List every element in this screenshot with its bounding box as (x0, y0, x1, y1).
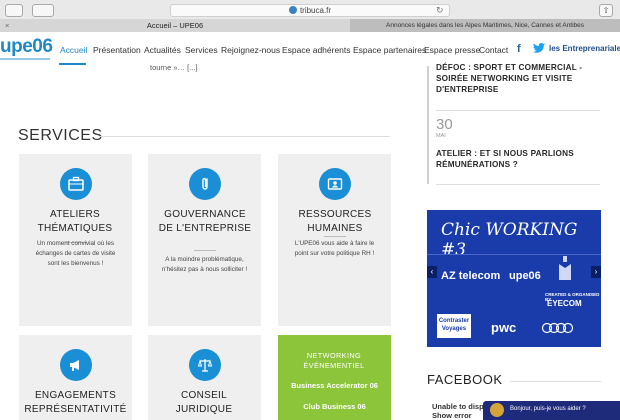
card-title: ENGAGEMENTS REPRÉSENTATIVITÉ (24, 390, 127, 415)
card-divider (193, 250, 216, 251)
card-description: A la moindre problématique, n'hésitez pa… (161, 256, 248, 273)
eyecom-logo: EYECOM (547, 299, 582, 308)
event-title-line[interactable]: ATELIER : ET SI NOUS PARLIONS (436, 148, 574, 159)
facebook-heading: FACEBOOK (427, 372, 503, 387)
url-bar[interactable]: tribuca.fr (170, 4, 450, 17)
services-heading: SERVICES (18, 127, 103, 144)
event-title-line[interactable]: RÉMUNÉRATIONS ? (436, 159, 518, 170)
globe-icon (288, 6, 297, 14)
chat-message: Bonjour, puis-je vous aider ? (510, 406, 586, 412)
card-divider (323, 236, 346, 237)
club-business-link[interactable]: Club Business 06 (278, 402, 391, 411)
event-title-line[interactable]: DÉFOC : SPORT ET COMMERCIAL - (436, 62, 582, 73)
sidebar-timeline-line (427, 66, 429, 184)
share-button[interactable]: ⇧ (599, 4, 613, 17)
nav-item-contact[interactable]: Contact (479, 45, 508, 55)
business-accelerator-link[interactable]: Business Accelerator 06 (278, 381, 391, 390)
pwc-logo: pwc (491, 320, 517, 335)
event-divider (436, 110, 600, 111)
service-card-conseil-juridique[interactable]: CONSEIL JURIDIQUE (148, 335, 261, 420)
service-card-ateliers[interactable]: ATELIERS THÉMATIQUES Un moment convivial… (19, 154, 132, 326)
nav-item-espace-partenaires[interactable]: Espace partenaires (353, 45, 426, 55)
active-nav-underline (59, 63, 86, 65)
banner-divider (427, 254, 601, 255)
nav-item-espace-presse[interactable]: Espace presse (424, 45, 480, 55)
upe06-banner-logo: upe06 (509, 270, 541, 282)
back-forward-button[interactable] (32, 4, 54, 17)
nav-item-rejoignez-nous[interactable]: Rejoignez-nous (221, 45, 280, 55)
briefcase-icon (59, 168, 92, 200)
chic-working-banner[interactable]: Chic WORKING #3 ‹ › AZ telecom upe06 CRE… (427, 210, 601, 347)
card-title: RESSOURCES HUMAINES (298, 209, 372, 234)
close-tab-icon[interactable]: × (5, 19, 9, 32)
card-description: Un moment convivial où les échanges de c… (35, 240, 116, 267)
card-description: L'UPE06 vous aide à faire le point sur v… (294, 240, 375, 257)
networking-title: NETWORKING ÉVÉNEMENTIEL (303, 351, 365, 370)
paperclip-icon (188, 168, 221, 200)
browser-tab-inactive[interactable]: Annonces légales dans les Alpes Maritime… (350, 19, 620, 32)
show-error-link[interactable]: Show error (432, 411, 472, 420)
event-date-month: MAI (436, 133, 446, 139)
entreprenariales-logo[interactable]: les Entreprenariales (549, 44, 620, 53)
nav-item-actualites[interactable]: Actualités (144, 45, 181, 55)
nav-item-accueil[interactable]: Accueil (60, 45, 87, 55)
event-title-line[interactable]: D'ENTREPRISE (436, 84, 499, 95)
audi-rings-icon (541, 322, 574, 334)
facebook-icon[interactable]: f (517, 43, 521, 55)
site-logo[interactable]: upe06 (0, 36, 53, 58)
chat-widget[interactable]: Bonjour, puis-je vous aider ? (483, 401, 620, 420)
nav-item-presentation[interactable]: Présentation (93, 45, 141, 55)
card-title: CONSEIL JURIDIQUE (175, 390, 233, 415)
chat-avatar-icon (490, 403, 504, 417)
megaphone-icon (59, 349, 92, 381)
networking-card: NETWORKING ÉVÉNEMENTIEL Business Acceler… (278, 335, 391, 420)
browser-chrome: tribuca.fr ↻ ⇧ × Accueil – UPE06 Annonce… (0, 0, 620, 32)
browser-tab-active[interactable]: × Accueil – UPE06 (0, 19, 350, 32)
event-divider (436, 184, 600, 185)
az-telecom-logo: AZ telecom (441, 270, 501, 282)
nav-item-services[interactable]: Services (185, 45, 218, 55)
truncated-article-text: tourne »… [...] (150, 63, 198, 72)
contraster-voyages-logo: Contraster Voyages (437, 314, 471, 338)
service-card-engagements[interactable]: ENGAGEMENTS REPRÉSENTATIVITÉ (19, 335, 132, 420)
card-title: GOUVERNANCE DE L'ENTREPRISE (158, 209, 252, 234)
nav-item-espace-adherents[interactable]: Espace adhérents (282, 45, 351, 55)
reload-icon[interactable]: ↻ (436, 5, 444, 16)
services-divider (100, 136, 390, 137)
facebook-divider (510, 381, 601, 382)
card-title: ATELIERS THÉMATIQUES (37, 209, 113, 234)
banner-prev-arrow[interactable]: ‹ (427, 266, 437, 278)
sidebar-toggle-button[interactable] (5, 4, 23, 17)
service-card-rh[interactable]: RESSOURCES HUMAINES L'UPE06 vous aide à … (278, 154, 391, 326)
banner-next-arrow[interactable]: › (591, 266, 601, 278)
logo-tagline-bar (0, 58, 50, 60)
twitter-icon[interactable] (533, 43, 545, 56)
scales-icon (188, 349, 221, 381)
event-date-day: 30 (436, 116, 453, 133)
service-card-gouvernance[interactable]: GOUVERNANCE DE L'ENTREPRISE A la moindre… (148, 154, 261, 326)
event-title-line[interactable]: SOIRÉE NETWORKING ET VISITE (436, 73, 572, 84)
bowtie-figure-icon (559, 256, 571, 280)
site-navbar: upe06 Accueil Présentation Actualités Se… (0, 32, 620, 66)
id-card-icon (318, 168, 351, 200)
